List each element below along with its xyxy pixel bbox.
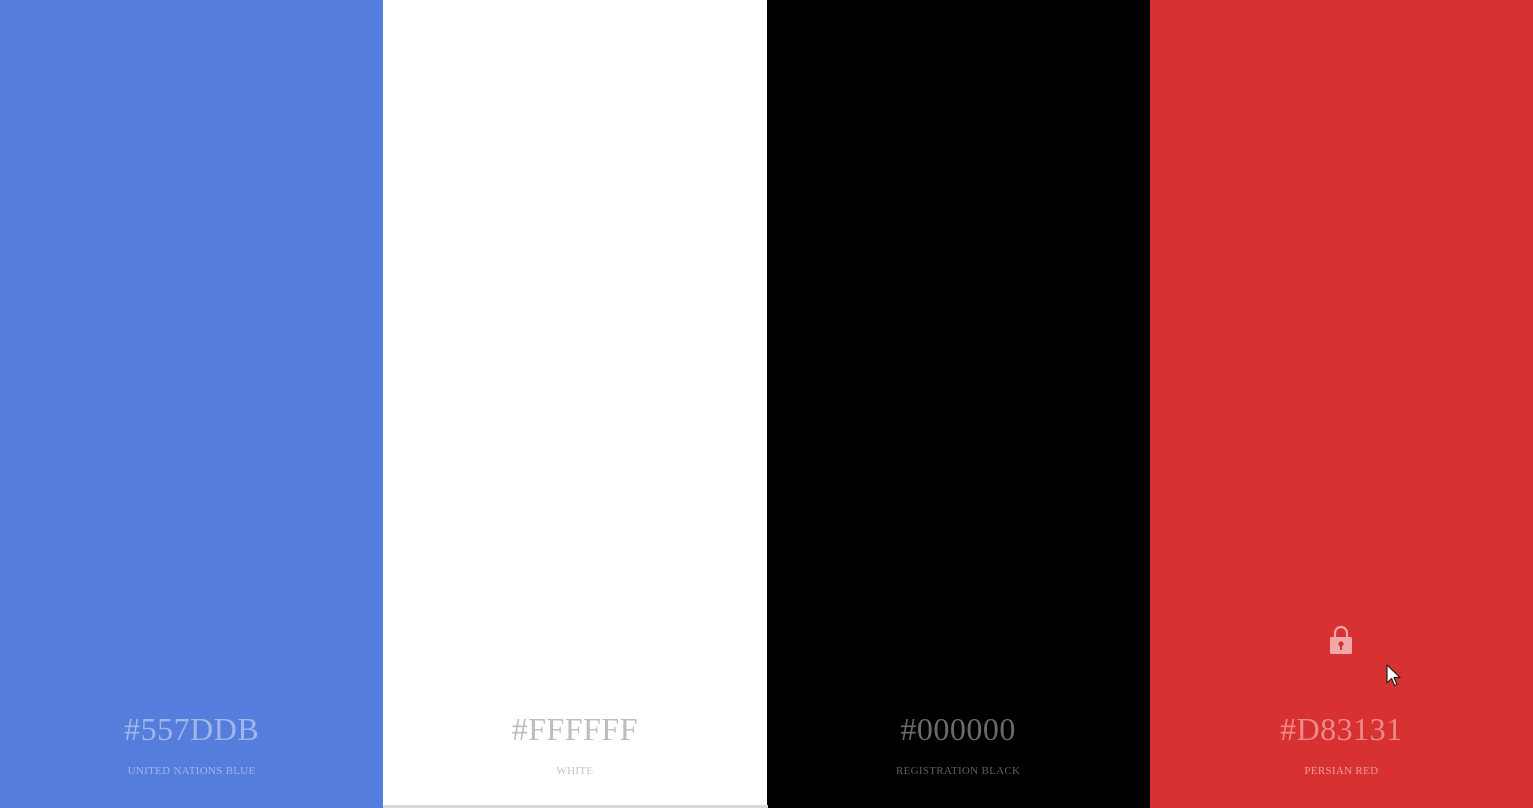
swatch-hex-code[interactable]: #FFFFFF	[383, 707, 766, 751]
swatch-hex-code[interactable]: #000000	[767, 707, 1150, 751]
swatch-persian-red[interactable]: #D83131 PERSIAN RED	[1149, 0, 1533, 808]
color-palette: #557DDB UNITED NATIONS BLUE #FFFFFF WHIT…	[0, 0, 1533, 808]
swatch-hex-code[interactable]: #557DDB	[0, 707, 383, 751]
swatch-color-name: UNITED NATIONS BLUE	[127, 765, 256, 777]
swatch-united-nations-blue[interactable]: #557DDB UNITED NATIONS BLUE	[0, 0, 384, 808]
swatch-hex-code[interactable]: #D83131	[1150, 707, 1533, 751]
swatch-color-name: PERSIAN RED	[1304, 765, 1379, 777]
swatch-color-name: REGISTRATION BLACK	[895, 765, 1021, 777]
lock-icon[interactable]	[1329, 625, 1353, 655]
swatch-registration-black[interactable]: #000000 REGISTRATION BLACK	[766, 0, 1150, 808]
lock-icon-graphic	[1330, 625, 1353, 654]
swatch-color-name: WHITE	[556, 765, 594, 777]
swatch-white[interactable]: #FFFFFF WHITE	[383, 0, 767, 808]
